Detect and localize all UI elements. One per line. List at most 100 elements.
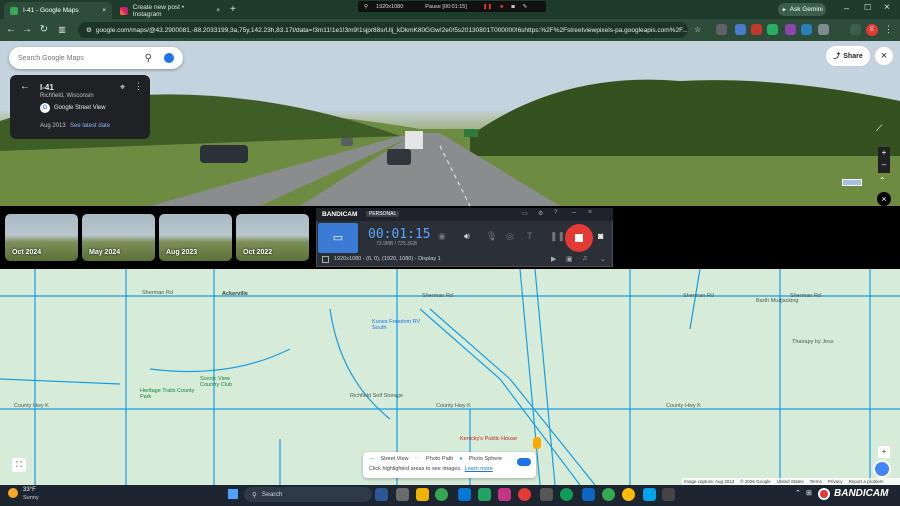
extension-icon[interactable]	[801, 24, 812, 35]
text-overlay-icon[interactable]: T	[527, 231, 533, 241]
menu-kebab-icon[interactable]: ⋮	[884, 24, 893, 35]
forward-icon[interactable]: →	[20, 22, 34, 38]
close-timeline-icon[interactable]: ×	[877, 192, 891, 206]
taskbar-app-icon[interactable]	[662, 488, 675, 501]
footer-report[interactable]: Report a problem	[849, 479, 884, 484]
extension-icon[interactable]	[785, 24, 796, 35]
taskbar-bandicam-icon[interactable]	[518, 488, 531, 501]
pen-icon[interactable]: ✎	[523, 4, 528, 10]
taskbar-app-icon[interactable]	[416, 488, 429, 501]
share-button[interactable]: ⤴ Share	[826, 46, 870, 66]
learn-more-link[interactable]: Learn more	[465, 466, 493, 472]
bookmark-star-icon[interactable]: ☆	[694, 25, 701, 34]
extension-icon[interactable]	[751, 24, 762, 35]
location-pin-icon[interactable]: ⌖	[120, 82, 125, 93]
taskbar-app-icon[interactable]	[478, 488, 491, 501]
expand-chevron-icon[interactable]: ⌄	[600, 255, 606, 263]
taskbar-app-icon[interactable]	[582, 488, 595, 501]
directions-icon[interactable]	[164, 53, 174, 63]
back-icon[interactable]: ←	[4, 22, 18, 38]
extension-icon[interactable]	[767, 24, 778, 35]
expand-timeline-icon[interactable]: ⌃	[879, 176, 886, 185]
tab-google-maps[interactable]: I-41 - Google Maps ×	[4, 2, 112, 19]
timeline-thumbnail[interactable]: May 2024	[82, 214, 155, 261]
back-arrow-icon[interactable]: ←	[20, 81, 30, 92]
bandicam-tray-icon[interactable]	[818, 488, 830, 500]
street-view-toggle[interactable]	[517, 458, 531, 466]
search-icon[interactable]: ⚲	[145, 53, 152, 64]
place-scenic-view[interactable]: Scenic View Country Club	[200, 376, 250, 388]
sidebar-panel-icon[interactable]	[850, 24, 861, 35]
pause-icon[interactable]: ❚❚	[483, 4, 492, 10]
more-options-icon[interactable]: ⋮	[134, 81, 143, 92]
folder-icon[interactable]: ▭	[522, 210, 528, 217]
map-layer-thumbnail[interactable]	[842, 179, 862, 186]
place-thairapy[interactable]: Thairapy by Jess	[792, 339, 834, 345]
minimize-icon[interactable]: –	[572, 209, 576, 216]
minimize-window-icon[interactable]: –	[844, 3, 849, 13]
help-icon[interactable]: ?	[554, 210, 557, 216]
taskbar-app-icon[interactable]	[458, 488, 471, 501]
footer-privacy[interactable]: Privacy	[828, 479, 843, 484]
close-icon[interactable]: ×	[588, 209, 592, 216]
extension-icon[interactable]	[716, 24, 727, 35]
taskbar-app-icon[interactable]	[602, 488, 615, 501]
stop-icon[interactable]: ■	[500, 4, 503, 10]
tray-chevron-icon[interactable]: ⌃	[795, 489, 801, 497]
close-tab-icon[interactable]: ×	[216, 7, 220, 14]
timeline-thumbnail[interactable]: Oct 2024	[5, 214, 78, 261]
video-icon[interactable]: ▶	[551, 255, 556, 263]
profile-avatar[interactable]: E	[866, 24, 878, 36]
close-window-icon[interactable]: ×	[884, 2, 890, 13]
screenshot-camera-icon[interactable]: ◙	[598, 231, 603, 241]
see-latest-link[interactable]: See latest date	[70, 123, 110, 129]
close-tab-icon[interactable]: ×	[102, 7, 106, 14]
address-bar[interactable]: ⚙ google.com/maps/@43.2900081,-88.203319…	[78, 22, 688, 38]
place-kenickys[interactable]: Kenicky's Public House	[460, 436, 517, 442]
sidebar-icon[interactable]: ▥	[55, 22, 69, 38]
pause-recording-icon[interactable]: ❚❚	[550, 231, 565, 242]
taskbar-app-icon[interactable]	[540, 488, 553, 501]
network-icon[interactable]: ⊞	[806, 489, 812, 497]
search-box[interactable]: Search Google Maps ⚲	[9, 47, 183, 69]
capture-date[interactable]: Aug 2013	[40, 123, 66, 129]
speaker-icon[interactable]: 🔊︎	[464, 231, 470, 242]
microphone-icon[interactable]: 🎙︎	[486, 231, 497, 242]
maximize-window-icon[interactable]: ☐	[864, 3, 871, 12]
settings-icon[interactable]: ⚙	[538, 210, 543, 217]
weather-temp[interactable]: 33°F	[23, 487, 36, 493]
taskbar-search[interactable]: ⚲ Search	[244, 487, 372, 502]
taskbar-app-icon[interactable]	[375, 488, 388, 501]
compass-icon[interactable]: ⟋	[876, 123, 882, 134]
site-info-icon[interactable]: ⚙	[86, 26, 92, 34]
taskbar-app-icon[interactable]	[396, 488, 409, 501]
extensions-puzzle-icon[interactable]	[818, 24, 829, 35]
timeline-thumbnail[interactable]: Aug 2023	[159, 214, 232, 261]
map-zoom-in-icon[interactable]: +	[878, 446, 890, 458]
taskbar-app-icon[interactable]	[622, 488, 635, 501]
footer-terms[interactable]: Terms	[810, 479, 822, 484]
audio-icon[interactable]: ♫	[582, 255, 587, 262]
taskbar-app-icon[interactable]	[643, 488, 656, 501]
image-icon[interactable]: ▣	[566, 255, 573, 263]
camera-icon[interactable]: ◙	[511, 4, 514, 10]
new-tab-icon[interactable]: +	[230, 4, 236, 15]
extension-icon[interactable]	[735, 24, 746, 35]
place-kunes[interactable]: Kunes Freedom RV South	[372, 319, 424, 331]
reload-icon[interactable]: ↻	[37, 22, 51, 38]
ask-gemini-button[interactable]: ✦ Ask Gemini	[778, 3, 826, 16]
stop-recording-button[interactable]	[565, 224, 593, 252]
pegman-icon[interactable]	[533, 437, 541, 449]
timeline-thumbnail[interactable]: Oct 2022	[236, 214, 309, 261]
screen-mode-button[interactable]: ▭	[318, 223, 358, 253]
taskbar-app-icon[interactable]	[560, 488, 573, 501]
place-self-storage[interactable]: Richfield Self Storage	[350, 393, 403, 399]
webcam-icon[interactable]: ◉	[438, 231, 446, 242]
pin-icon[interactable]: ⚲	[364, 4, 368, 10]
place-barth[interactable]: Barth Mudjacking	[756, 298, 799, 304]
close-street-view-icon[interactable]: ×	[875, 47, 893, 65]
globe-icon[interactable]	[873, 460, 891, 478]
windows-start-icon[interactable]	[228, 489, 238, 499]
weather-sun-icon[interactable]	[8, 488, 18, 498]
taskbar-app-icon[interactable]	[498, 488, 511, 501]
